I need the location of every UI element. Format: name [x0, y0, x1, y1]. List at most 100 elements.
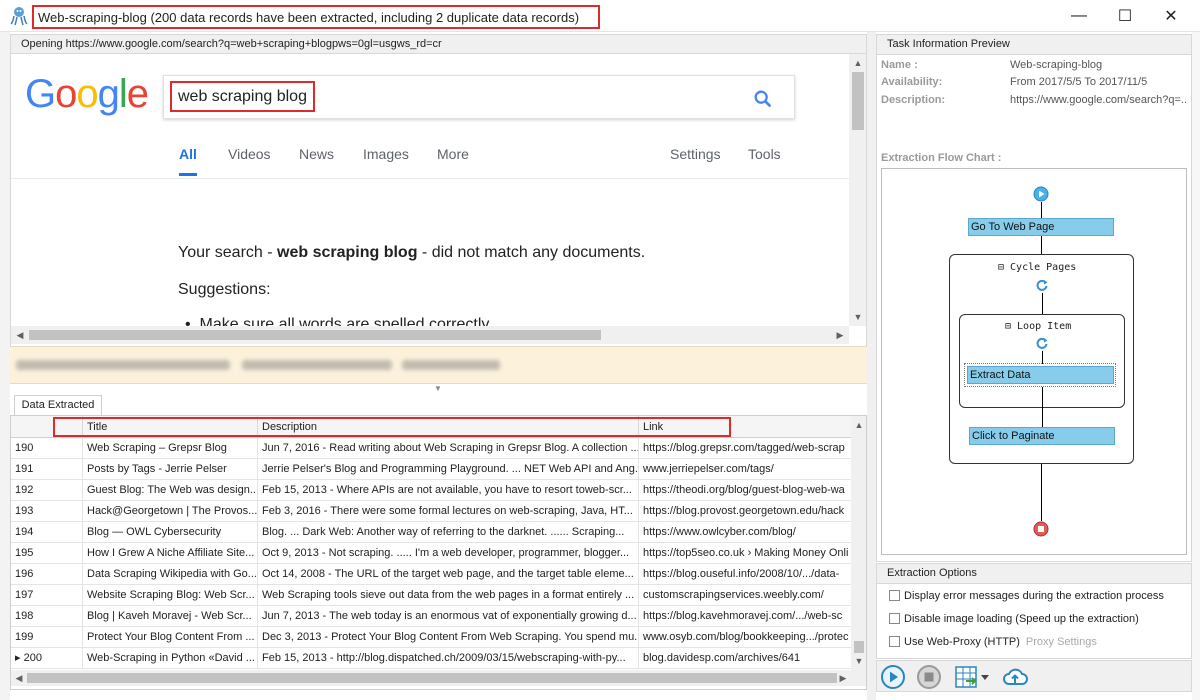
- grid-horizontal-scroll-thumb[interactable]: [27, 673, 837, 683]
- title-cell[interactable]: Protect Your Blog Content From ...: [83, 627, 258, 647]
- title-cell[interactable]: Data Scraping Wikipedia with Go...: [83, 564, 258, 584]
- description-cell[interactable]: Oct 14, 2008 - The URL of the target web…: [258, 564, 639, 584]
- disable-images-checkbox[interactable]: [889, 613, 900, 624]
- link-cell[interactable]: https://top5seo.co.uk › Making Money Onl…: [639, 543, 851, 563]
- data-grid[interactable]: Title Description Link 190 Web Scraping –…: [10, 415, 867, 690]
- browser-view[interactable]: Google web scraping blog All Videos News…: [10, 54, 867, 346]
- row-number-cell[interactable]: ▸ 200: [11, 648, 83, 668]
- cloud-upload-icon[interactable]: [1002, 664, 1028, 690]
- table-row[interactable]: 194 Blog — OWL Cybersecurity Blog. ... Dar…: [11, 522, 851, 543]
- link-cell[interactable]: https://blog.ouseful.info/2008/10/.../da…: [639, 564, 851, 584]
- grid-horizontal-scrollbar[interactable]: ◀ ▶: [11, 669, 866, 687]
- description-cell[interactable]: Jun 7, 2013 - The web today is an enormo…: [258, 606, 639, 626]
- export-data-icon[interactable]: [953, 664, 979, 690]
- link-cell[interactable]: www.jerriepelser.com/tags/: [639, 459, 851, 479]
- row-number-cell[interactable]: 194: [11, 522, 83, 542]
- description-cell[interactable]: Jerrie Pelser's Blog and Programming Pla…: [258, 459, 639, 479]
- description-cell[interactable]: Oct 9, 2013 - Not scraping. ..... I'm a …: [258, 543, 639, 563]
- table-row[interactable]: 197 Website Scraping Blog: Web Scr... Web …: [11, 585, 851, 606]
- grid-scroll-down-icon[interactable]: ▼: [851, 652, 866, 670]
- scroll-left-icon[interactable]: ◀: [11, 326, 29, 344]
- browser-vertical-scrollbar[interactable]: ▲ ▼: [849, 54, 866, 326]
- link-cell[interactable]: blog.davidesp.com/archives/641: [639, 648, 851, 668]
- title-cell[interactable]: Posts by Tags - Jerrie Pelser: [83, 459, 258, 479]
- link-cell[interactable]: www.osyb.com/blog/bookkeeping.../protec: [639, 627, 851, 647]
- dropdown-arrow-icon[interactable]: [979, 664, 991, 690]
- tab-videos[interactable]: Videos: [228, 144, 271, 176]
- grid-scroll-left-icon[interactable]: ◀: [11, 669, 27, 687]
- table-row[interactable]: 193 Hack@Georgetown | The Provos... Feb 3,…: [11, 501, 851, 522]
- description-cell[interactable]: Blog. ... Dark Web: Another way of refer…: [258, 522, 639, 542]
- row-number-cell[interactable]: 198: [11, 606, 83, 626]
- title-cell[interactable]: How I Grew A Niche Affiliate Site...: [83, 543, 258, 563]
- scroll-up-icon[interactable]: ▲: [849, 54, 866, 72]
- description-cell[interactable]: Feb 15, 2013 - Where APIs are not availa…: [258, 480, 639, 500]
- description-cell[interactable]: Feb 3, 2016 - There were some formal lec…: [258, 501, 639, 521]
- close-button[interactable]: ✕: [1148, 0, 1194, 32]
- row-number-cell[interactable]: 191: [11, 459, 83, 479]
- tab-news[interactable]: News: [299, 144, 334, 176]
- google-logo[interactable]: Google: [25, 72, 149, 117]
- grid-scroll-up-icon[interactable]: ▲: [851, 416, 866, 434]
- maximize-button[interactable]: ☐: [1102, 0, 1148, 32]
- description-cell[interactable]: Jun 7, 2016 - Read writing about Web Scr…: [258, 438, 639, 458]
- extraction-flow-chart[interactable]: Go To Web Page ⊟ Cycle Pages ⊟ Loop Item…: [881, 168, 1187, 555]
- title-cell[interactable]: Hack@Georgetown | The Provos...: [83, 501, 258, 521]
- title-cell[interactable]: Web-Scraping in Python «David ...: [83, 648, 258, 668]
- title-cell[interactable]: Blog | Kaveh Moravej - Web Scr...: [83, 606, 258, 626]
- minimize-button[interactable]: —: [1056, 0, 1102, 32]
- tab-more[interactable]: More: [437, 144, 469, 176]
- tab-all[interactable]: All: [179, 144, 197, 176]
- link-cell[interactable]: https://blog.kavehmoravej.com/.../web-sc: [639, 606, 851, 626]
- option-disable-images[interactable]: Disable image loading (Speed up the extr…: [889, 611, 1139, 629]
- cycle-pages-label[interactable]: ⊟ Cycle Pages: [998, 262, 1076, 273]
- link-cell[interactable]: https://blog.provost.georgetown.edu/hack: [639, 501, 851, 521]
- tab-images[interactable]: Images: [363, 144, 409, 176]
- flow-group-loop-item[interactable]: ⊟ Loop Item Extract Data: [959, 314, 1125, 408]
- panel-splitter[interactable]: [867, 32, 876, 700]
- display-errors-checkbox[interactable]: [889, 590, 900, 601]
- row-number-cell[interactable]: 197: [11, 585, 83, 605]
- proxy-settings-link[interactable]: Proxy Settings: [1026, 636, 1097, 648]
- browser-horizontal-scrollbar[interactable]: ◀ ▶: [11, 326, 849, 344]
- search-icon[interactable]: [752, 88, 774, 110]
- title-cell[interactable]: Website Scraping Blog: Web Scr...: [83, 585, 258, 605]
- table-row[interactable]: 196 Data Scraping Wikipedia with Go... Oct…: [11, 564, 851, 585]
- table-row[interactable]: 198 Blog | Kaveh Moravej - Web Scr... Jun …: [11, 606, 851, 627]
- grid-scroll-right-icon[interactable]: ▶: [835, 669, 851, 687]
- table-row[interactable]: 195 How I Grew A Niche Affiliate Site... O…: [11, 543, 851, 564]
- google-search-box[interactable]: web scraping blog: [163, 75, 795, 119]
- scroll-right-icon[interactable]: ▶: [831, 326, 849, 344]
- row-number-cell[interactable]: 192: [11, 480, 83, 500]
- link-cell[interactable]: https://www.owlcyber.com/blog/: [639, 522, 851, 542]
- flow-node-click-to-paginate[interactable]: Click to Paginate: [969, 427, 1115, 445]
- description-cell[interactable]: Feb 15, 2013 - http://blog.dispatched.ch…: [258, 648, 639, 668]
- row-number-cell[interactable]: 196: [11, 564, 83, 584]
- row-number-cell[interactable]: 195: [11, 543, 83, 563]
- browser-horizontal-scroll-thumb[interactable]: [29, 330, 601, 340]
- row-number-cell[interactable]: 190: [11, 438, 83, 458]
- web-proxy-checkbox[interactable]: [889, 636, 900, 647]
- title-cell[interactable]: Web Scraping – Grepsr Blog: [83, 438, 258, 458]
- title-cell[interactable]: Blog — OWL Cybersecurity: [83, 522, 258, 542]
- description-cell[interactable]: Dec 3, 2013 - Protect Your Blog Content …: [258, 627, 639, 647]
- grid-vertical-scrollbar[interactable]: ▲ ▼: [851, 416, 866, 670]
- column-header-description[interactable]: Description: [258, 416, 639, 438]
- table-row[interactable]: 199 Protect Your Blog Content From ... Dec…: [11, 627, 851, 648]
- row-number-cell[interactable]: 199: [11, 627, 83, 647]
- play-icon[interactable]: [880, 664, 906, 690]
- tab-data-extracted[interactable]: Data Extracted: [14, 395, 102, 416]
- flow-group-cycle-pages[interactable]: ⊟ Cycle Pages ⊟ Loop Item Extract Data C…: [949, 254, 1134, 464]
- tab-tools[interactable]: Tools: [748, 144, 781, 176]
- table-row[interactable]: 191 Posts by Tags - Jerrie Pelser Jerrie P…: [11, 459, 851, 480]
- loop-item-label[interactable]: ⊟ Loop Item: [1005, 321, 1071, 332]
- option-display-errors[interactable]: Display error messages during the extrac…: [889, 588, 1164, 606]
- link-cell[interactable]: https://blog.grepsr.com/tagged/web-scrap: [639, 438, 851, 458]
- tab-settings[interactable]: Settings: [670, 144, 721, 176]
- table-row[interactable]: ▸ 200 Web-Scraping in Python «David ... Fe…: [11, 648, 851, 669]
- flow-node-extract-data[interactable]: Extract Data: [967, 366, 1114, 384]
- column-header-row-number[interactable]: [11, 416, 83, 438]
- description-cell[interactable]: Web Scraping tools sieve out data from t…: [258, 585, 639, 605]
- browser-vertical-scroll-thumb[interactable]: [852, 72, 864, 130]
- search-query-input[interactable]: web scraping blog: [170, 81, 315, 112]
